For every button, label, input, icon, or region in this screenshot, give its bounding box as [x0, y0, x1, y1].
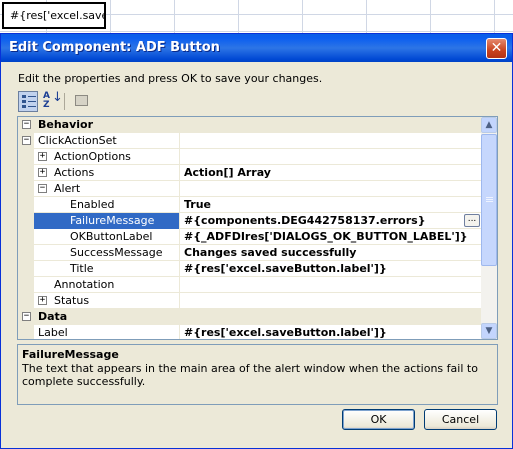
property-value[interactable]	[181, 293, 482, 309]
property-grid: Behavior − ClickActionSet − ActionOptions + Ac…	[17, 116, 498, 340]
category-label: Behavior	[38, 118, 94, 131]
grid-property-row[interactable]: Enabled True	[18, 197, 482, 213]
property-name: Title	[18, 261, 180, 277]
expand-icon[interactable]: +	[38, 152, 47, 161]
property-name: SuccessMessage	[18, 245, 180, 261]
property-value[interactable]: Changes saved successfully	[181, 245, 482, 261]
dialog-title-bar[interactable]: Edit Component: ADF Button	[1, 34, 512, 62]
toolbar-separator	[64, 93, 65, 110]
description-panel: FailureMessage The text that appears in …	[17, 344, 498, 405]
grid-property-row[interactable]: Label #{res['excel.saveButton.label']}	[18, 325, 482, 339]
active-cell[interactable]: #{res['excel.saveB	[2, 2, 106, 29]
ellipsis-button[interactable]: ...	[464, 214, 480, 227]
property-name: OKButtonLabel	[18, 229, 180, 245]
grid-property-row[interactable]: ClickActionSet −	[18, 133, 482, 149]
close-icon: ✕	[490, 40, 503, 56]
scroll-up-button[interactable]: ▲	[481, 117, 497, 133]
grid-category-row[interactable]: Behavior −	[18, 117, 482, 133]
property-value[interactable]	[181, 277, 482, 293]
row-gutter	[18, 149, 34, 165]
collapse-icon[interactable]: −	[38, 184, 47, 193]
close-button[interactable]: ✕	[486, 38, 507, 59]
property-pages-icon[interactable]	[72, 91, 92, 112]
grid-property-row[interactable]: ActionOptions +	[18, 149, 482, 165]
row-gutter	[18, 213, 34, 229]
collapse-icon[interactable]: −	[22, 136, 31, 145]
ok-button[interactable]: OK	[342, 409, 415, 430]
sort-arrow-icon: ↓	[52, 90, 63, 105]
grid-property-row[interactable]: SuccessMessage Changes saved successfully	[18, 245, 482, 261]
dialog-title: Edit Component: ADF Button	[9, 40, 220, 55]
collapse-icon[interactable]: −	[22, 312, 31, 321]
property-value[interactable]	[181, 181, 482, 197]
expand-icon[interactable]: +	[38, 168, 47, 177]
categorized-view-icon[interactable]	[18, 91, 38, 112]
property-name: FailureMessage	[18, 213, 180, 229]
category-label: Data	[38, 310, 68, 323]
row-gutter	[18, 277, 34, 293]
grid-property-row[interactable]: Actions + Action[] Array	[18, 165, 482, 181]
property-value[interactable]	[181, 133, 482, 149]
collapse-icon[interactable]: −	[22, 120, 31, 129]
grid-property-row[interactable]: Annotation	[18, 277, 482, 293]
row-gutter	[18, 245, 34, 261]
alphabetical-sort-icon[interactable]: A Z ↓	[40, 90, 63, 112]
expand-icon[interactable]: +	[38, 296, 47, 305]
property-name: Enabled	[18, 197, 180, 213]
row-gutter	[18, 181, 34, 197]
property-name: ClickActionSet	[18, 133, 180, 149]
grid-property-row[interactable]: Status +	[18, 293, 482, 309]
row-gutter	[18, 165, 34, 181]
grid-property-row[interactable]: FailureMessage #{components.DEG442758137.…	[18, 213, 482, 229]
grid-property-row[interactable]: OKButtonLabel #{_ADFDIres['DIALOGS_OK_BUT…	[18, 229, 482, 245]
row-gutter	[18, 197, 34, 213]
row-gutter	[18, 229, 34, 245]
property-value[interactable]: #{res['excel.saveButton.label']}	[181, 325, 482, 339]
property-name: Label	[18, 325, 180, 339]
row-gutter	[18, 325, 34, 339]
property-value[interactable]: Action[] Array	[181, 165, 482, 181]
description-text: The text that appears in the main area o…	[22, 362, 478, 388]
scroll-thumb[interactable]	[481, 134, 497, 266]
property-value[interactable]: True	[181, 197, 482, 213]
property-name: Annotation	[18, 277, 180, 293]
property-value[interactable]: #{res['excel.saveButton.label']}	[181, 261, 482, 277]
instructions-text: Edit the properties and press OK to save…	[18, 72, 323, 85]
grid-property-row[interactable]: Alert −	[18, 181, 482, 197]
property-value[interactable]	[181, 149, 482, 165]
row-gutter	[18, 293, 34, 309]
grid-property-row[interactable]: Title #{res['excel.saveButton.label']}	[18, 261, 482, 277]
scroll-down-button[interactable]: ▼	[481, 323, 497, 339]
grid-scrollbar[interactable]: ▲ ▼	[481, 117, 497, 339]
edit-component-dialog: Edit Component: ADF Button ✕ Edit the pr…	[0, 33, 513, 449]
row-gutter	[18, 261, 34, 277]
cancel-button[interactable]: Cancel	[424, 409, 497, 430]
property-value[interactable]: #{components.DEG442758137.errors}	[181, 213, 482, 229]
property-toolbar: A Z ↓	[18, 91, 498, 113]
grid-category-row[interactable]: Data −	[18, 309, 482, 325]
description-title: FailureMessage	[22, 348, 119, 361]
property-value[interactable]: #{_ADFDIres['DIALOGS_OK_BUTTON_LABEL']}	[181, 229, 482, 245]
